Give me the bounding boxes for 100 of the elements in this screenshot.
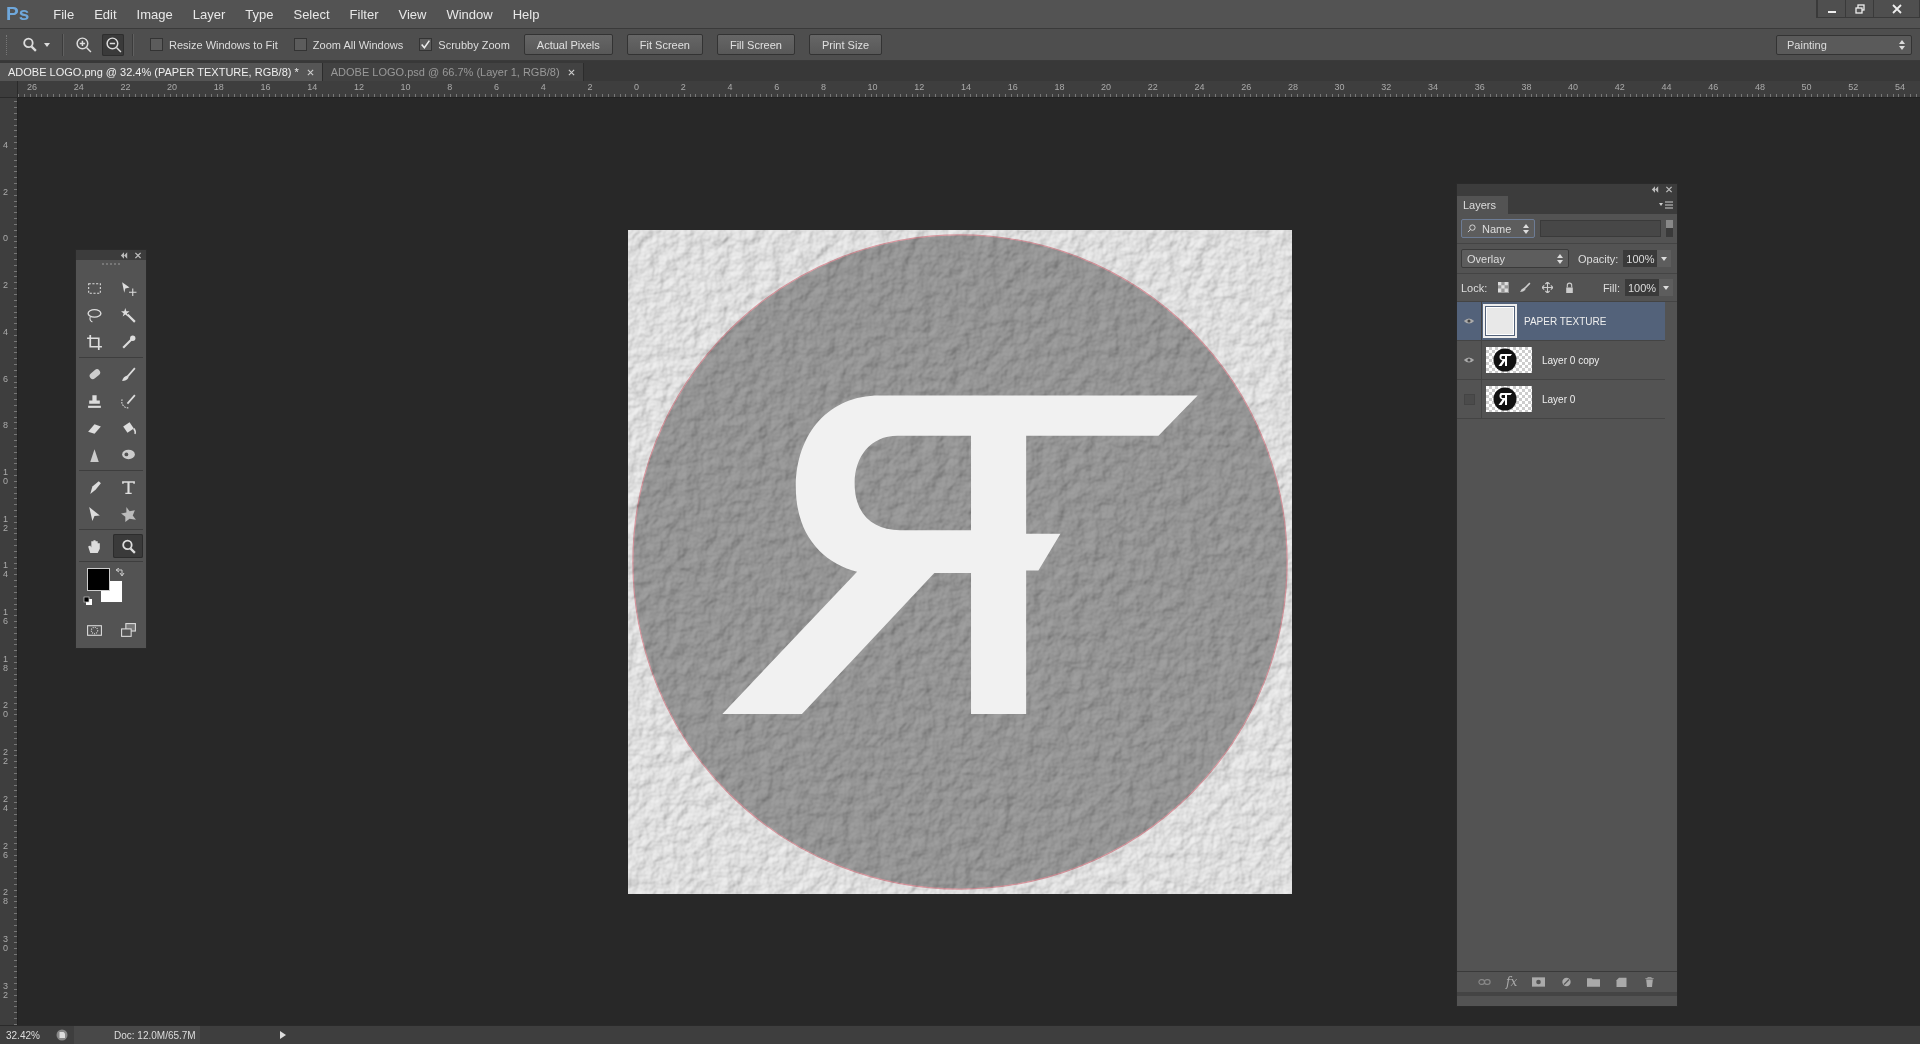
ruler-label: 28 — [1287, 82, 1298, 92]
filter-toggle[interactable] — [1666, 220, 1673, 237]
ruler-label: 16 — [260, 82, 271, 92]
ruler-label: 24 — [3, 794, 8, 813]
foreground-color-swatch[interactable] — [87, 568, 110, 591]
layers-tab[interactable]: Layers — [1457, 196, 1509, 214]
ruler-label: 18 — [3, 654, 8, 673]
ruler-label: 26 — [27, 82, 37, 92]
option-button[interactable]: Actual Pixels — [523, 34, 613, 55]
folder-icon[interactable] — [1587, 977, 1601, 987]
texture-thumbnail — [1486, 307, 1514, 335]
ruler-label: 12 — [914, 82, 925, 92]
effects-button[interactable]: fx — [1506, 975, 1518, 989]
lock-icon[interactable] — [1564, 282, 1576, 293]
default-colors-icon[interactable] — [83, 596, 93, 606]
option-button[interactable]: Fill Screen — [716, 34, 795, 55]
checkbox[interactable] — [293, 38, 307, 51]
menu-item[interactable]: Image — [126, 6, 183, 22]
ruler-label: 26 — [3, 841, 8, 860]
ruler-label: 40 — [1568, 82, 1579, 92]
filter-dropdown[interactable]: Name — [1461, 219, 1535, 238]
fill-field[interactable]: 100% — [1625, 279, 1659, 296]
ruler-label: 4 — [540, 82, 546, 92]
ruler-label: 28 — [3, 888, 8, 907]
close-icon[interactable] — [1665, 185, 1673, 193]
ruler-label: 44 — [1661, 82, 1672, 92]
play-icon[interactable] — [280, 1031, 286, 1039]
fill-label: Fill: — [1602, 281, 1620, 294]
menu-item[interactable]: File — [43, 6, 85, 22]
option-button[interactable]: Print Size — [808, 34, 882, 55]
eye-icon[interactable] — [1463, 356, 1475, 364]
checkbox[interactable] — [150, 38, 163, 51]
document-tab[interactable]: ADOBE LOGO.png @ 32.4% (PAPER TEXTURE, RGB/8) * — [0, 63, 323, 81]
layer-row[interactable]: Layer 0 — [1457, 380, 1665, 419]
opacity-field[interactable]: 100% — [1623, 250, 1658, 267]
mask-icon[interactable] — [1531, 977, 1545, 987]
restore-icon — [1854, 3, 1865, 14]
half-circle-icon[interactable] — [1559, 977, 1573, 987]
eye-icon[interactable] — [1463, 317, 1475, 325]
menu-item[interactable]: Type — [235, 6, 284, 22]
menu-item[interactable]: Filter — [339, 6, 389, 22]
layer-name: PAPER TEXTURE — [1524, 315, 1607, 327]
new-layer-icon[interactable] — [1614, 977, 1628, 987]
zoom-tool-button[interactable] — [113, 534, 143, 558]
ruler-label: 22 — [1147, 82, 1158, 92]
screen-mode-icon — [119, 621, 137, 639]
shape-icon — [119, 505, 137, 523]
ruler-label: 18 — [1054, 82, 1065, 92]
workspace-dropdown[interactable]: Painting — [1776, 34, 1912, 55]
lasso-icon — [85, 306, 103, 324]
close-icon[interactable] — [567, 68, 575, 76]
swap-arrows-icon[interactable] — [115, 568, 125, 578]
close-icon[interactable] — [306, 68, 314, 76]
close-icon[interactable] — [134, 251, 142, 259]
minimize-button[interactable] — [1817, 0, 1845, 17]
document-tab[interactable]: ADOBE LOGO.psd @ 66.7% (Layer 1, RGB/8) — [322, 63, 584, 81]
filter-field[interactable] — [1540, 220, 1661, 237]
menu-item[interactable]: Window — [436, 6, 503, 22]
layer-name: Layer 0 copy — [1542, 354, 1600, 366]
menu-item[interactable]: Edit — [84, 6, 127, 22]
checkbox-label: Scrubby Zoom — [438, 38, 510, 51]
menu-item[interactable]: Help — [502, 6, 550, 22]
restore-button[interactable] — [1845, 0, 1873, 17]
trash-icon[interactable] — [1642, 977, 1656, 987]
ruler-label: 12 — [3, 514, 8, 533]
ruler-label: 16 — [1007, 82, 1018, 92]
menu-icon[interactable] — [1659, 201, 1673, 209]
caret-icon — [44, 42, 50, 47]
layer-row[interactable]: PAPER TEXTURE — [1457, 302, 1665, 341]
ruler-label: 12 — [353, 82, 364, 92]
document-icon[interactable] — [56, 1029, 68, 1041]
ruler-label: 0 — [634, 82, 640, 92]
checkerboard-icon[interactable] — [1498, 282, 1510, 293]
ruler-label: 22 — [120, 82, 131, 92]
ruler-label: 52 — [1848, 82, 1859, 92]
fill-dropdown-button[interactable] — [1659, 279, 1673, 296]
ruler-label: 48 — [1754, 82, 1765, 92]
menu-item[interactable]: Select — [283, 6, 340, 22]
menu-item[interactable]: View — [388, 6, 437, 22]
layer-name: Layer 0 — [1542, 393, 1576, 405]
option-button[interactable]: Fit Screen — [626, 34, 703, 55]
blend-mode-dropdown[interactable]: Overlay — [1461, 249, 1569, 268]
zoom-out-button[interactable] — [102, 33, 124, 56]
ruler-label: 34 — [1428, 82, 1438, 92]
caret-icon — [1663, 285, 1669, 290]
collapse-icon[interactable] — [120, 251, 128, 259]
brush-icon[interactable] — [1520, 282, 1532, 293]
checkbox[interactable] — [419, 38, 433, 51]
layer-row[interactable]: Layer 0 copy — [1457, 341, 1665, 380]
hand-icon — [85, 537, 103, 555]
move-arrows-icon[interactable] — [1542, 282, 1554, 293]
checkbox-label: Resize Windows to Fit — [169, 38, 278, 51]
ruler-label: 32 — [1381, 82, 1392, 92]
ruler-label: 6 — [3, 374, 8, 384]
close-icon — [1891, 3, 1902, 14]
logo-thumbnail — [1486, 347, 1532, 373]
close-button[interactable] — [1873, 0, 1919, 17]
menu-item[interactable]: Layer — [182, 6, 236, 22]
opacity-dropdown-button[interactable] — [1657, 250, 1672, 267]
ruler-label: 54 — [1895, 82, 1905, 92]
